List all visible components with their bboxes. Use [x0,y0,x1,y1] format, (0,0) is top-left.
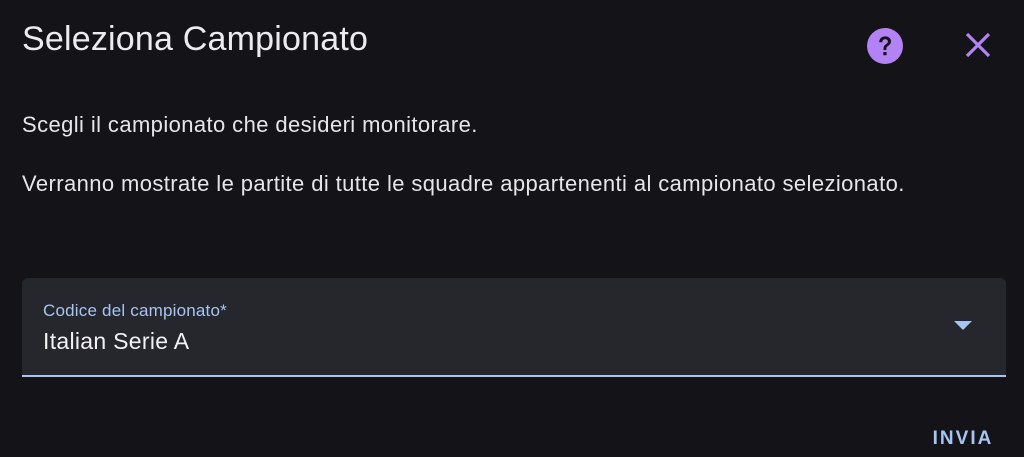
help-circle-icon [867,28,903,64]
dialog: Seleziona Campionato Scegli il campionat… [0,0,1024,457]
close-icon [965,32,991,58]
help-button[interactable] [866,27,904,65]
dropdown-arrow-icon [954,321,972,330]
select-value: Italian Serie A [43,328,190,354]
submit-button[interactable]: INVIA [918,418,1008,457]
description-paragraph-1: Scegli il campionato che desideri monito… [22,112,478,137]
dialog-title: Seleziona Campionato [22,20,369,58]
select-label: Codice del campionato* [43,301,227,320]
description-paragraph-2: Verranno mostrate le partite di tutte le… [22,171,905,196]
close-button[interactable] [960,27,996,63]
league-code-select[interactable]: Codice del campionato* Italian Serie A [22,278,1006,377]
